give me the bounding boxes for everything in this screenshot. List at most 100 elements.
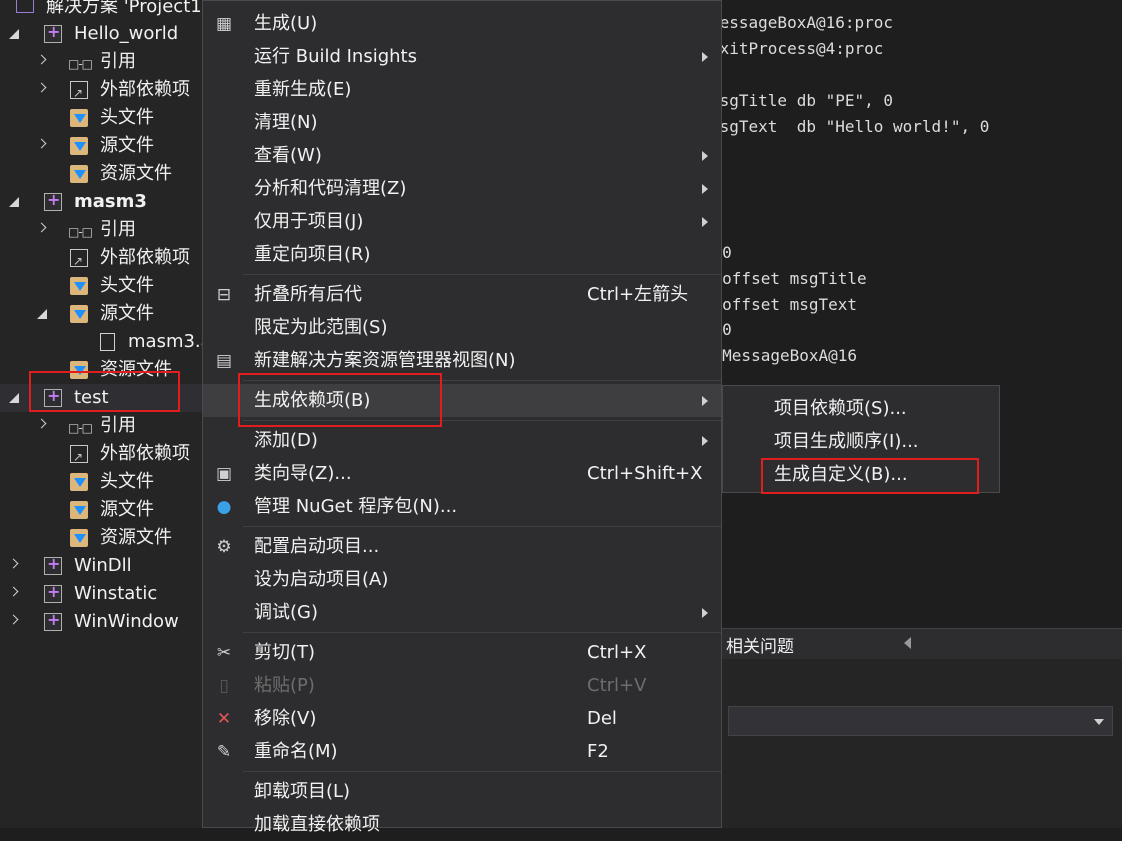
class-wizard-icon: ▣ bbox=[215, 464, 233, 484]
code-editor[interactable]: MessageBoxA@16:proc ExitProcess@4:proc msg… bbox=[674, 0, 1122, 628]
menu-item[interactable]: 重定向项目(R) bbox=[203, 238, 721, 271]
related-issues-tab[interactable]: 相关问题 bbox=[726, 632, 794, 657]
submenu-arrow-icon bbox=[702, 396, 708, 406]
submenu-item-label: 项目依赖项(S)... bbox=[774, 398, 907, 419]
tree-item-label: 资源文件 bbox=[100, 527, 172, 548]
collapsed-arrow-icon[interactable] bbox=[8, 580, 22, 608]
output-source-dropdown[interactable] bbox=[728, 706, 1113, 736]
menu-item[interactable]: 调试(G) bbox=[203, 596, 721, 629]
new-view-icon: ▤ bbox=[215, 351, 233, 371]
solution-explorer: 解决方案 'Project1' (6 个项目，共 6 个) Hello_worl… bbox=[0, 0, 205, 828]
tree-item[interactable]: 头文件 bbox=[0, 272, 205, 300]
tree-item-label: 引用 bbox=[100, 415, 136, 436]
expanded-arrow-icon[interactable] bbox=[8, 384, 22, 412]
menu-item[interactable]: ● 管理 NuGet 程序包(N)... bbox=[203, 490, 721, 523]
tree-item[interactable]: 头文件 bbox=[0, 104, 205, 132]
menu-item-label: 清理(N) bbox=[254, 112, 318, 133]
menu-separator bbox=[243, 632, 721, 633]
collapsed-arrow-icon[interactable] bbox=[8, 608, 22, 636]
collapsed-arrow-icon[interactable] bbox=[36, 132, 50, 160]
nuget-icon: ● bbox=[216, 497, 232, 517]
tree-item[interactable]: 源文件 bbox=[0, 300, 205, 328]
menu-item[interactable]: 仅用于项目(J) bbox=[203, 205, 721, 238]
menu-item[interactable]: ✎ 重命名(M) F2 bbox=[203, 735, 721, 768]
menu-item-label: 重新生成(E) bbox=[254, 79, 352, 100]
external-dependencies-icon bbox=[70, 443, 88, 471]
tree-item[interactable]: masm3.asm bbox=[0, 328, 205, 356]
external-dependencies-icon bbox=[70, 79, 88, 107]
menu-item[interactable]: 分析和代码清理(Z) bbox=[203, 172, 721, 205]
build-icon: ▦ bbox=[215, 14, 233, 34]
collapsed-arrow-icon[interactable] bbox=[36, 48, 50, 76]
menu-item[interactable]: 添加(D) bbox=[203, 424, 721, 457]
menu-item-label: 重定向项目(R) bbox=[254, 244, 371, 265]
tree-item[interactable]: 源文件 bbox=[0, 496, 205, 524]
tree-item[interactable]: 外部依赖项 bbox=[0, 440, 205, 471]
expanded-arrow-icon[interactable] bbox=[8, 188, 22, 216]
tree-item-label: 源文件 bbox=[100, 303, 154, 324]
submenu-item[interactable]: 项目生成顺序(I)... bbox=[723, 425, 999, 458]
tree-item[interactable]: WinWindow bbox=[0, 606, 205, 636]
submenu-arrow-icon bbox=[702, 608, 708, 618]
collapsed-arrow-icon[interactable] bbox=[8, 552, 22, 580]
tree-item-label: masm3.asm bbox=[128, 331, 205, 352]
menu-item-label: 设为启动项目(A) bbox=[254, 569, 389, 590]
menu-item: ▯ 粘贴(P) Ctrl+V bbox=[203, 669, 721, 702]
menu-item[interactable]: 运行 Build Insights bbox=[203, 40, 721, 73]
menu-item[interactable]: 查看(W) bbox=[203, 139, 721, 172]
menu-item-shortcut: Ctrl+V bbox=[587, 675, 647, 696]
menu-item[interactable]: 设为启动项目(A) bbox=[203, 563, 721, 596]
filter-folder-icon bbox=[70, 501, 88, 519]
menu-item[interactable]: 清理(N) bbox=[203, 106, 721, 139]
tree-item[interactable]: 外部依赖项 bbox=[0, 244, 205, 275]
menu-item-label: 剪切(T) bbox=[254, 642, 316, 663]
tree-item[interactable]: 引用 bbox=[0, 412, 205, 442]
tree-item-label: Winstatic bbox=[74, 583, 158, 604]
project-icon bbox=[44, 550, 62, 578]
menu-item[interactable]: 卸载项目(L) bbox=[203, 775, 721, 808]
tree-item[interactable]: 外部依赖项 bbox=[0, 76, 205, 107]
menu-item-shortcut: Ctrl+X bbox=[587, 642, 647, 663]
tree-item[interactable]: 头文件 bbox=[0, 468, 205, 496]
menu-item[interactable]: 限定为此范围(S) bbox=[203, 311, 721, 344]
menu-item[interactable]: ✂ 剪切(T) Ctrl+X bbox=[203, 636, 721, 669]
tree-item-label: 头文件 bbox=[100, 275, 154, 296]
tree-item[interactable]: masm3 bbox=[0, 186, 205, 216]
tree-item[interactable]: 源文件 bbox=[0, 132, 205, 160]
tree-item[interactable]: 引用 bbox=[0, 216, 205, 246]
menu-item-label: 查看(W) bbox=[254, 145, 322, 166]
tree-item[interactable]: WinDll bbox=[0, 550, 205, 580]
code-line: msgTitle db "PE", 0 bbox=[710, 91, 894, 110]
scroll-left-icon[interactable] bbox=[904, 637, 911, 649]
menu-item-label: 粘贴(P) bbox=[254, 675, 315, 696]
collapsed-arrow-icon[interactable] bbox=[36, 216, 50, 244]
collapse-icon: ⊟ bbox=[216, 285, 232, 305]
tree-item[interactable]: 资源文件 bbox=[0, 160, 205, 188]
annotation-box-build-customization bbox=[761, 458, 979, 494]
menu-item[interactable]: ▦ 生成(U) bbox=[203, 7, 721, 40]
menu-item[interactable]: 加载直接依赖项 bbox=[203, 808, 721, 841]
submenu-item[interactable]: 项目依赖项(S)... bbox=[723, 392, 999, 425]
tree-item-label: 外部依赖项 bbox=[100, 247, 190, 268]
references-icon bbox=[68, 218, 92, 246]
menu-item[interactable]: ▣ 类向导(Z)... Ctrl+Shift+X bbox=[203, 457, 721, 490]
menu-item-label: 限定为此范围(S) bbox=[254, 317, 388, 338]
project-icon bbox=[44, 18, 62, 46]
menu-item[interactable]: ⊟ 折叠所有后代 Ctrl+左箭头 bbox=[203, 278, 721, 311]
submenu-arrow-icon bbox=[702, 184, 708, 194]
menu-item-label: 折叠所有后代 bbox=[254, 284, 362, 305]
expanded-arrow-icon[interactable] bbox=[36, 300, 50, 328]
menu-item[interactable]: ⚙ 配置启动项目... bbox=[203, 530, 721, 563]
menu-item[interactable]: ✕ 移除(V) Del bbox=[203, 702, 721, 735]
collapsed-arrow-icon[interactable] bbox=[36, 412, 50, 440]
tree-item[interactable]: 资源文件 bbox=[0, 524, 205, 552]
tree-item[interactable]: 引用 bbox=[0, 48, 205, 78]
tree-item[interactable]: Winstatic bbox=[0, 578, 205, 608]
collapsed-arrow-icon[interactable] bbox=[36, 76, 50, 104]
tree-item-label: 资源文件 bbox=[100, 163, 172, 184]
menu-item[interactable]: 重新生成(E) bbox=[203, 73, 721, 106]
menu-item-label: 管理 NuGet 程序包(N)... bbox=[254, 496, 458, 517]
tree-item[interactable]: Hello_world bbox=[0, 18, 205, 48]
menu-item-label: 加载直接依赖项 bbox=[254, 814, 380, 835]
expanded-arrow-icon[interactable] bbox=[8, 20, 22, 48]
